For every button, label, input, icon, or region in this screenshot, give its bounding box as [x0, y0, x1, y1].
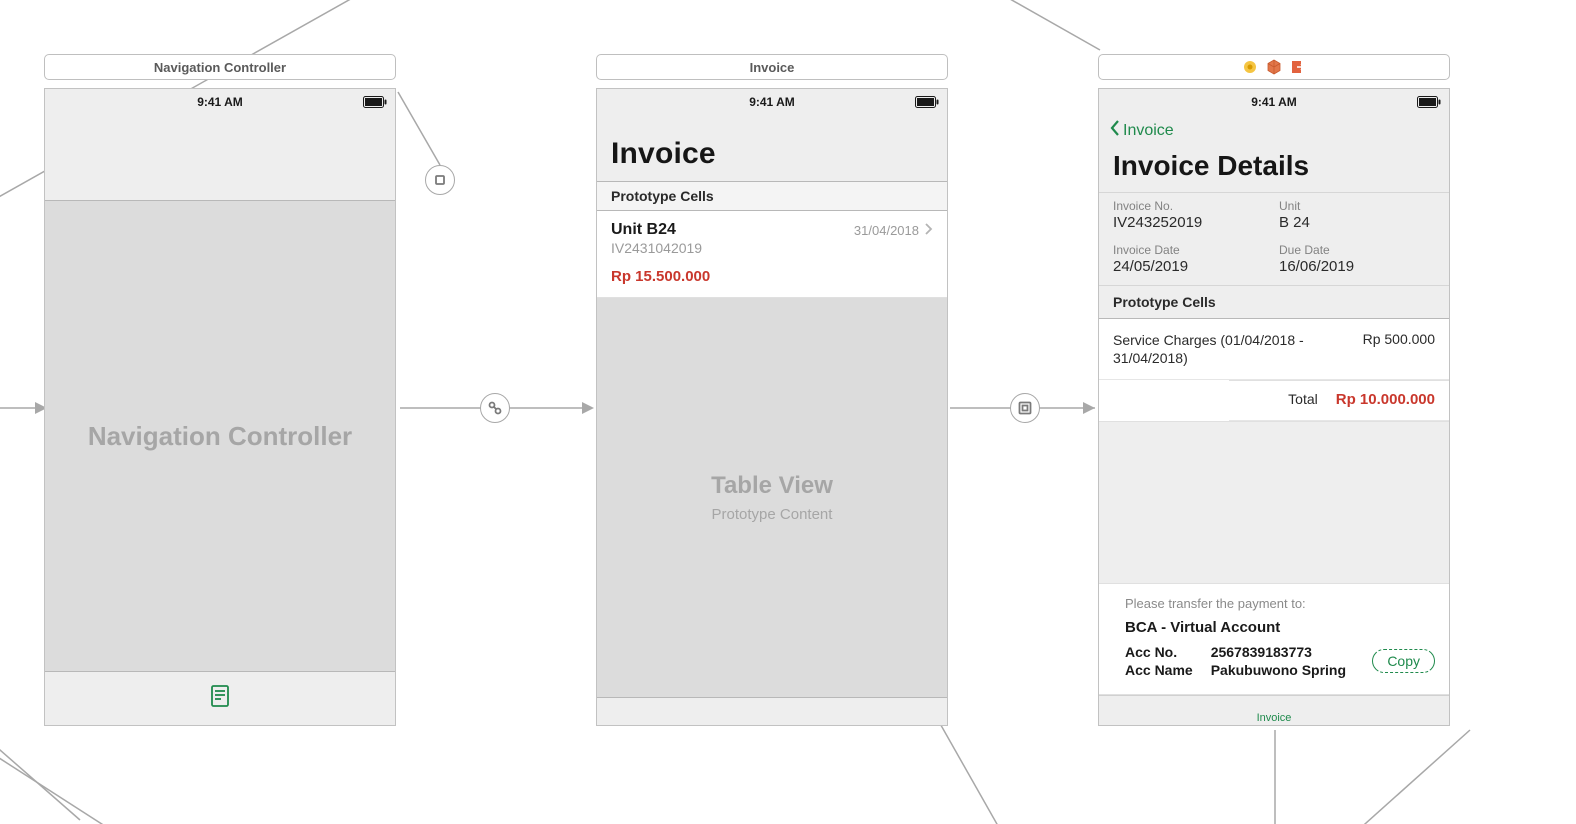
exit-icon [1290, 59, 1306, 75]
segue-icon-root[interactable] [480, 393, 510, 423]
tab-bar[interactable] [45, 671, 395, 725]
spacer [1099, 421, 1449, 583]
table-view-placeholder: Table View Prototype Content [597, 298, 947, 697]
invoice-no-value: IV243252019 [1113, 214, 1269, 231]
due-date-value: 16/06/2019 [1279, 258, 1435, 275]
status-time: 9:41 AM [45, 95, 395, 109]
scene-navigation-controller[interactable]: Navigation Controller 9:41 AM Navigation… [44, 54, 396, 726]
device-frame: 9:41 AM Invoice Prototype Cells Unit B24… [596, 88, 948, 726]
bank-name: BCA - Virtual Account [1125, 619, 1435, 636]
scene-invoice-details[interactable]: 9:41 AM Invoice Invoice Details Invoice … [1098, 54, 1450, 726]
payment-info-card: Please transfer the payment to: BCA - Vi… [1099, 583, 1449, 695]
nav-controller-label: Navigation Controller [88, 421, 352, 452]
unit-value: B 24 [1279, 214, 1435, 231]
battery-icon [363, 96, 387, 108]
yellow-dot-icon [1242, 59, 1258, 75]
scene-title-label: Navigation Controller [154, 60, 286, 75]
line-item-desc: Service Charges (01/04/2018 - 31/04/2018… [1113, 331, 1313, 367]
acc-no-value: 2567839183773 [1211, 644, 1346, 660]
nav-controller-placeholder: Navigation Controller [45, 201, 395, 671]
chevron-right-icon [925, 223, 933, 238]
invoice-date-label: Invoice Date [1113, 243, 1269, 257]
segue-icon-relationship[interactable] [425, 165, 455, 195]
invoice-meta-grid: Invoice No. IV243252019 Unit B 24 Invoic… [1099, 193, 1449, 286]
status-time: 9:41 AM [1099, 95, 1449, 109]
device-frame: 9:41 AM Navigation Controller [44, 88, 396, 726]
scene-title[interactable]: Invoice [596, 54, 948, 80]
acc-no-label: Acc No. [1125, 644, 1193, 660]
page-title: Invoice [611, 137, 933, 171]
tab-invoice-icon[interactable] [207, 683, 233, 714]
invoice-no-label: Invoice No. [1113, 199, 1269, 213]
acc-name-value: Pakubuwono Spring [1211, 662, 1346, 678]
tab-bar[interactable]: Invoice [1099, 695, 1449, 725]
unit-label: Unit [1279, 199, 1435, 213]
acc-name-label: Acc Name [1125, 662, 1193, 678]
due-date-label: Due Date [1279, 243, 1435, 257]
status-time: 9:41 AM [597, 95, 947, 109]
table-view-title: Table View [711, 472, 833, 500]
line-item-row: Service Charges (01/04/2018 - 31/04/2018… [1099, 319, 1449, 380]
page-title: Invoice Details [1113, 150, 1435, 182]
payment-hint: Please transfer the payment to: [1125, 596, 1435, 611]
prototype-section-header: Prototype Cells [1099, 286, 1449, 319]
tab-invoice-label[interactable]: Invoice [1257, 712, 1292, 724]
cube-icon [1266, 59, 1282, 75]
scene-invoice-list[interactable]: Invoice 9:41 AM Invoice Prototype Cells … [596, 54, 948, 726]
line-item-amount: Rp 500.000 [1363, 331, 1435, 367]
total-row: Total Rp 10.000.000 [1229, 380, 1449, 421]
total-value: Rp 10.000.000 [1336, 391, 1435, 408]
status-bar: 9:41 AM [45, 89, 395, 111]
tab-bar[interactable] [597, 697, 947, 725]
invoice-date-value: 24/05/2019 [1113, 258, 1269, 275]
battery-icon [915, 96, 939, 108]
back-button[interactable]: Invoice [1099, 111, 1449, 142]
invoice-cell[interactable]: Unit B24 IV2431042019 Rp 15.500.000 31/0… [597, 211, 947, 298]
prototype-section-header: Prototype Cells [597, 182, 947, 211]
chevron-left-icon [1109, 119, 1121, 142]
segue-icon-show[interactable] [1010, 393, 1040, 423]
table-view-subtitle: Prototype Content [712, 506, 833, 523]
status-bar: 9:41 AM [1099, 89, 1449, 111]
cell-amount: Rp 15.500.000 [611, 268, 710, 285]
status-bar: 9:41 AM [597, 89, 947, 111]
scene-title[interactable] [1098, 54, 1450, 80]
cell-date: 31/04/2018 [854, 223, 919, 238]
large-title-header: Invoice Details [1099, 142, 1449, 193]
back-label: Invoice [1123, 122, 1174, 140]
scene-title-label: Invoice [750, 60, 795, 75]
scene-title[interactable]: Navigation Controller [44, 54, 396, 80]
device-frame: 9:41 AM Invoice Invoice Details Invoice … [1098, 88, 1450, 726]
battery-icon [1417, 96, 1441, 108]
cell-invoice-id: IV2431042019 [611, 240, 710, 256]
total-label: Total [1288, 391, 1318, 408]
cell-unit-label: Unit B24 [611, 221, 710, 239]
copy-button[interactable]: Copy [1372, 649, 1435, 673]
